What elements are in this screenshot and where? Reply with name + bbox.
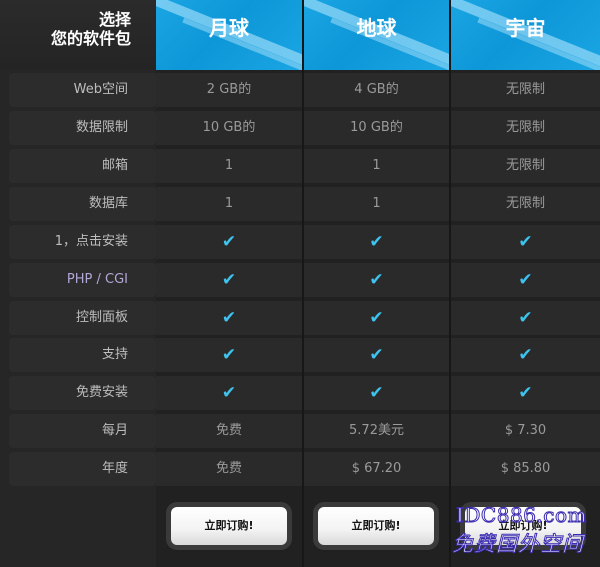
value-cell: 1 bbox=[304, 187, 449, 221]
table-row: Web空间 2 GB的 4 GB的 无限制 bbox=[0, 71, 600, 109]
value-cell: 1 bbox=[156, 187, 302, 221]
value-cell: 无限制 bbox=[451, 111, 600, 145]
value-cell: 无限制 bbox=[451, 187, 600, 221]
table-row: 数据库 1 1 无限制 bbox=[0, 185, 600, 223]
value-cell: 10 GB的 bbox=[304, 111, 449, 145]
check-icon: ✔ bbox=[156, 301, 302, 335]
price-cell: 免费 bbox=[156, 452, 302, 486]
feature-label: 控制面板 bbox=[9, 301, 156, 335]
feature-label: Web空间 bbox=[9, 73, 156, 107]
value-cell: 1 bbox=[304, 149, 449, 183]
subscribe-button-moon[interactable]: 立即订购! bbox=[171, 507, 287, 545]
plan-name: 地球 bbox=[356, 16, 397, 40]
price-cell: $ 7.30 bbox=[451, 414, 600, 448]
subscribe-button-earth[interactable]: 立即订购! bbox=[318, 507, 434, 545]
value-cell: 10 GB的 bbox=[156, 111, 302, 145]
check-icon: ✔ bbox=[451, 225, 600, 259]
plan-header-earth: 地球 bbox=[304, 0, 449, 70]
table-row: 支持 ✔ ✔ ✔ bbox=[0, 336, 600, 374]
check-icon: ✔ bbox=[304, 263, 449, 297]
check-icon: ✔ bbox=[451, 263, 600, 297]
check-icon: ✔ bbox=[451, 376, 600, 410]
check-icon: ✔ bbox=[451, 338, 600, 372]
plan-header-moon: 月球 bbox=[156, 0, 302, 70]
plan-name: 月球 bbox=[209, 16, 249, 40]
table-row: 邮箱 1 1 无限制 bbox=[0, 147, 600, 185]
table-row: 控制面板 ✔ ✔ ✔ bbox=[0, 299, 600, 337]
price-cell: $ 67.20 bbox=[304, 452, 449, 486]
table-title: 选择 您的软件包 bbox=[0, 0, 156, 70]
feature-label: PHP / CGI bbox=[9, 263, 156, 297]
feature-label: 每月 bbox=[9, 414, 156, 448]
value-cell: 4 GB的 bbox=[304, 73, 449, 107]
feature-label: 年度 bbox=[9, 452, 156, 486]
feature-label: 1，点击安装 bbox=[9, 225, 156, 259]
feature-label: 免费安装 bbox=[9, 376, 156, 410]
value-cell: 无限制 bbox=[451, 149, 600, 183]
check-icon: ✔ bbox=[156, 225, 302, 259]
feature-label: 数据库 bbox=[9, 187, 156, 221]
table-row: 每月 免费 5.72美元 $ 7.30 bbox=[0, 412, 600, 450]
value-cell: 2 GB的 bbox=[156, 73, 302, 107]
price-cell: 5.72美元 bbox=[304, 414, 449, 448]
check-icon: ✔ bbox=[156, 338, 302, 372]
price-cell: $ 85.80 bbox=[451, 452, 600, 486]
check-icon: ✔ bbox=[451, 301, 600, 335]
price-cell: 免费 bbox=[156, 414, 302, 448]
feature-label: 邮箱 bbox=[9, 149, 156, 183]
watermark-text: IDC886.com bbox=[456, 503, 587, 528]
table-row: PHP / CGI ✔ ✔ ✔ bbox=[0, 261, 600, 299]
check-icon: ✔ bbox=[304, 301, 449, 335]
table-row: 数据限制 10 GB的 10 GB的 无限制 bbox=[0, 109, 600, 147]
plan-name: 宇宙 bbox=[505, 16, 546, 40]
check-icon: ✔ bbox=[304, 225, 449, 259]
check-icon: ✔ bbox=[156, 376, 302, 410]
check-icon: ✔ bbox=[156, 263, 302, 297]
table-row: 1，点击安装 ✔ ✔ ✔ bbox=[0, 223, 600, 261]
value-cell: 1 bbox=[156, 149, 302, 183]
title-line-1: 选择 bbox=[98, 10, 131, 29]
table-row: 年度 免费 $ 67.20 $ 85.80 bbox=[0, 450, 600, 488]
title-line-2: 您的软件包 bbox=[50, 29, 131, 48]
check-icon: ✔ bbox=[304, 376, 449, 410]
watermark-text: 免费国外空间 bbox=[452, 532, 584, 557]
value-cell: 无限制 bbox=[451, 73, 600, 107]
plan-header-universe: 宇宙 bbox=[451, 0, 600, 70]
check-icon: ✔ bbox=[304, 338, 449, 372]
feature-label: 数据限制 bbox=[9, 111, 156, 145]
feature-label: 支持 bbox=[9, 338, 156, 372]
pricing-table: 选择 您的软件包 月球 地球 宇宙 Web空间 2 GB的 4 GB的 无限制 … bbox=[0, 0, 600, 567]
table-row: 免费安装 ✔ ✔ ✔ bbox=[0, 374, 600, 412]
